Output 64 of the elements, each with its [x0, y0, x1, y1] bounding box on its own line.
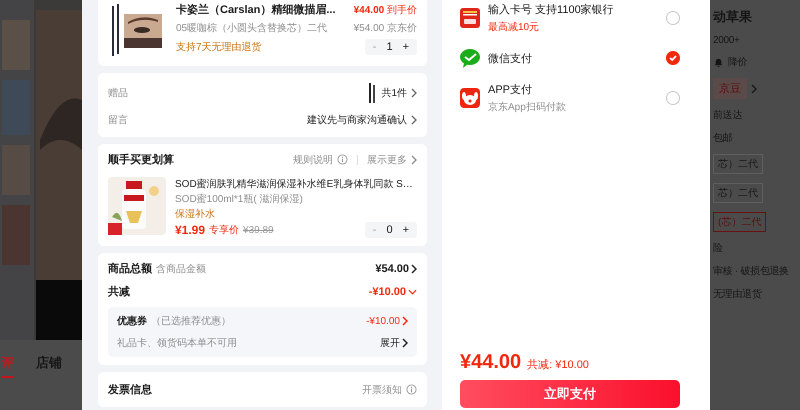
- payment-method-name: 微信支付: [488, 52, 533, 66]
- chevron-right-icon: [751, 84, 757, 94]
- product-title: 卡姿兰（Carslan）精细微描眉...: [176, 2, 336, 17]
- radio-button[interactable]: [666, 11, 680, 25]
- return-policy: 支持7天无理由退货: [176, 40, 262, 54]
- invoice-title: 发票信息: [108, 382, 152, 397]
- chevron-right-icon: [402, 316, 408, 326]
- payment-option[interactable]: 微信支付: [460, 48, 680, 68]
- pay-button[interactable]: 立即支付: [460, 380, 680, 408]
- payment-option[interactable]: 输入卡号 支持1100家银行 最高减10元: [460, 2, 680, 34]
- coupon-value[interactable]: -¥10.00: [366, 316, 400, 326]
- payment-option[interactable]: APP支付 京东App扫码付款: [460, 82, 680, 114]
- chevron-right-icon: [411, 115, 417, 125]
- chevron-down-icon: [408, 288, 417, 294]
- chevron-right-icon: [411, 264, 417, 274]
- chevron-right-icon: [411, 154, 417, 164]
- quantity-value: 0: [386, 224, 393, 236]
- gift-card-note: 礼品卡、领货码本单不可用: [117, 336, 237, 350]
- chat-bubble-icon: [460, 48, 480, 68]
- quantity-stepper[interactable]: - 1 +: [364, 39, 417, 55]
- product-title: SOD蜜润肤乳精华滋润保湿补水维E乳身体乳同款 S…: [175, 178, 414, 191]
- payment-method-note: 京东App扫码付款: [488, 100, 567, 114]
- price-tag: 专享价: [209, 223, 240, 237]
- discount-label: 共减: [108, 284, 130, 299]
- bank-card-icon: [460, 8, 480, 28]
- coupon-note: （已选推荐优惠）: [151, 314, 231, 328]
- bell-icon: [713, 56, 724, 68]
- product-variant: 05暖咖棕（小圆头含替换芯）二代: [176, 22, 328, 35]
- total-discount: 共减: ¥10.00: [527, 358, 589, 372]
- payment-method-name: APP支付: [488, 83, 534, 97]
- background-text: (芯）二代: [713, 212, 766, 232]
- gift-label: 赠品: [108, 86, 128, 100]
- increase-button[interactable]: +: [402, 41, 409, 53]
- payment-method-name: 输入卡号 支持1100家银行: [488, 2, 615, 17]
- chevron-right-icon: [402, 338, 408, 348]
- message-label: 留言: [108, 114, 128, 127]
- expand-link[interactable]: 展开: [380, 336, 400, 350]
- increase-button[interactable]: +: [402, 224, 409, 236]
- quantity-value: 1: [386, 41, 393, 53]
- info-icon: [406, 384, 417, 395]
- dog-icon: [460, 88, 480, 108]
- jd-price: ¥54.00 京东价: [354, 22, 417, 35]
- final-price: ¥44.00 到手价: [354, 4, 417, 16]
- exclusive-price: ¥1.99: [175, 223, 206, 237]
- discount-total: -¥10.00: [368, 286, 406, 298]
- total-price: ¥44.00: [460, 351, 522, 374]
- radio-button[interactable]: [666, 91, 680, 105]
- payment-method-note: 最高减10元: [488, 20, 540, 34]
- quantity-stepper[interactable]: - 0 +: [364, 222, 417, 238]
- radio-button[interactable]: [666, 51, 680, 65]
- goods-total-note: 含商品金额: [156, 262, 206, 276]
- product-spec: SOD蜜100ml*1瓶( 滋润保湿): [175, 192, 304, 206]
- pencil-icon: [367, 83, 378, 103]
- goods-total: ¥54.00: [375, 262, 409, 274]
- gift-count[interactable]: 共1件: [381, 86, 407, 100]
- section-title: 顺手买更划算: [108, 152, 174, 167]
- coupon-label: 优惠券: [117, 314, 147, 328]
- original-price: ¥39.89: [243, 224, 274, 236]
- background-text: 京豆: [713, 78, 747, 99]
- info-icon: [337, 154, 348, 165]
- message-hint[interactable]: 建议先与商家沟通确认: [307, 113, 407, 127]
- product-tag: 保湿补水: [175, 207, 417, 221]
- chevron-right-icon: [411, 88, 417, 98]
- goods-total-label: 商品总额: [108, 262, 152, 276]
